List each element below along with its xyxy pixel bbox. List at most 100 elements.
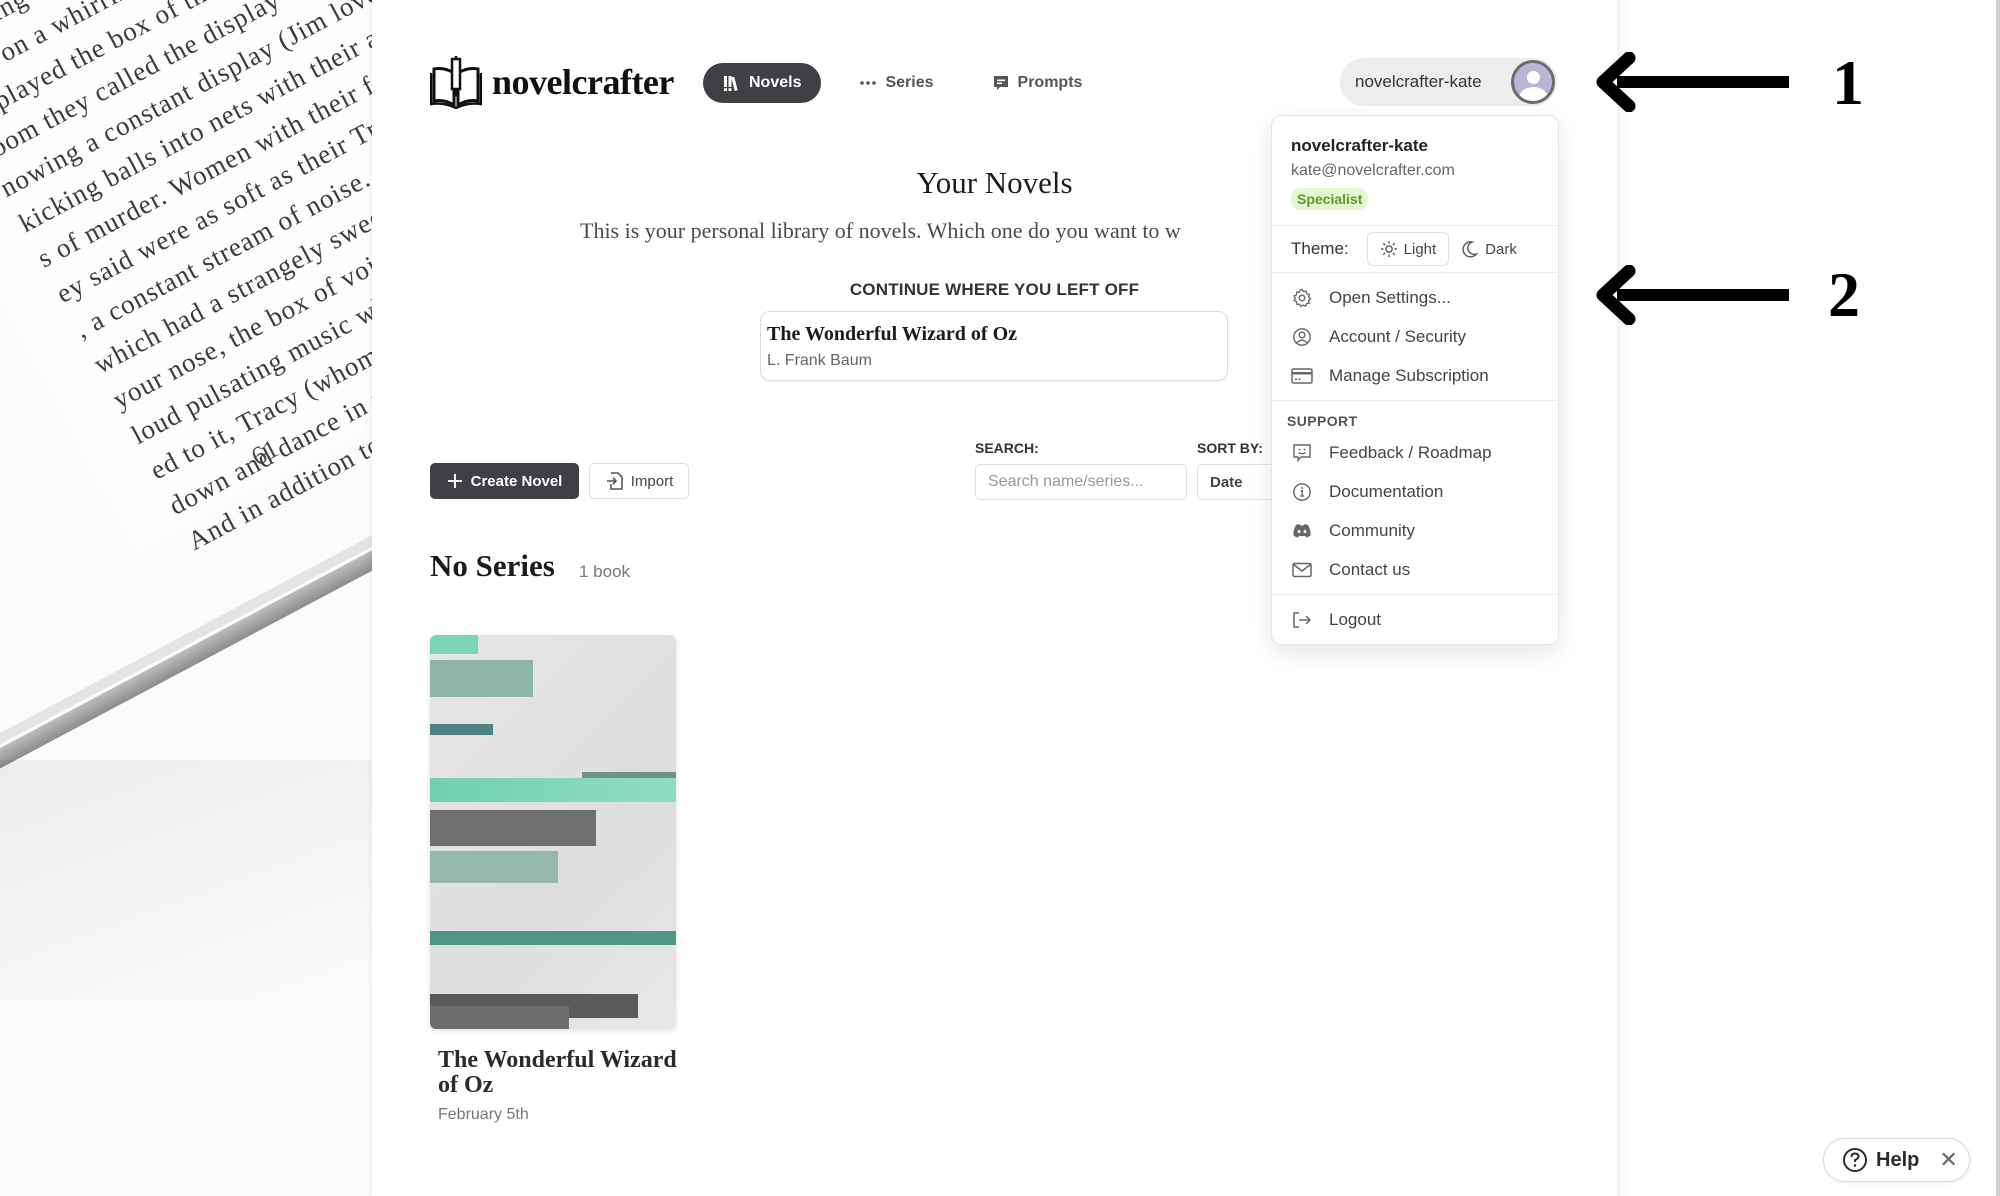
logo[interactable]: novelcrafter bbox=[430, 55, 674, 109]
user-menu-button[interactable]: novelcrafter-kate bbox=[1340, 58, 1557, 106]
info-icon bbox=[1291, 481, 1313, 503]
book-shadow bbox=[0, 760, 372, 1000]
create-novel-label: Create Novel bbox=[470, 472, 563, 490]
series-book-count: 1 book bbox=[579, 562, 631, 581]
annotation-arrow-1 bbox=[1596, 52, 1789, 112]
theme-light-label: Light bbox=[1403, 240, 1437, 258]
tab-novels-label: Novels bbox=[749, 74, 802, 91]
theme-light-button[interactable]: Light bbox=[1366, 232, 1450, 266]
plan-badge: Specialist bbox=[1291, 188, 1369, 210]
question-circle-icon bbox=[1843, 1148, 1867, 1172]
help-widget: Help ✕ bbox=[1823, 1138, 1970, 1182]
annotation-number-1: 1 bbox=[1832, 47, 1864, 118]
page-subtitle: This is your personal library of novels.… bbox=[580, 218, 1181, 243]
annotation-number-2: 2 bbox=[1828, 259, 1860, 330]
cover-bar bbox=[430, 851, 558, 883]
dots-icon bbox=[859, 74, 877, 92]
menu-item-logout[interactable]: Logout bbox=[1272, 600, 1558, 639]
sort-value: Date bbox=[1210, 473, 1243, 491]
dropdown-email: kate@novelcrafter.com bbox=[1291, 162, 1455, 179]
menu-item-manage-subscription[interactable]: Manage Subscription bbox=[1272, 356, 1558, 395]
theme-dark-button[interactable]: Dark bbox=[1449, 232, 1529, 266]
book-pen-logo-icon bbox=[430, 56, 482, 109]
menu-item-label: Manage Subscription bbox=[1329, 365, 1489, 385]
sort-label: SORT BY: bbox=[1197, 440, 1263, 456]
background-right bbox=[1617, 0, 2000, 1196]
avatar-body bbox=[1519, 87, 1548, 101]
menu-item-documentation[interactable]: Documentation bbox=[1272, 472, 1558, 511]
moon-icon bbox=[1462, 241, 1479, 258]
account-section: Open Settings... Account / Security Mana… bbox=[1272, 273, 1558, 401]
cover-bar bbox=[430, 724, 493, 735]
books-icon bbox=[723, 74, 741, 92]
cover-bar bbox=[430, 931, 676, 945]
tab-series[interactable]: Series bbox=[839, 63, 953, 103]
menu-item-contact-us[interactable]: Contact us bbox=[1272, 550, 1558, 589]
create-novel-button[interactable]: Create Novel bbox=[430, 463, 579, 499]
menu-item-label: Contact us bbox=[1329, 559, 1411, 579]
theme-selector: Theme: Light Dark bbox=[1272, 226, 1558, 273]
theme-dark-label: Dark bbox=[1485, 240, 1517, 258]
dropdown-user-info: novelcrafter-kate kate@novelcrafter.com … bbox=[1272, 116, 1558, 226]
search-label: SEARCH: bbox=[975, 440, 1039, 456]
user-circle-icon bbox=[1291, 326, 1313, 348]
cover-bar bbox=[430, 660, 533, 697]
menu-item-community[interactable]: Community bbox=[1272, 511, 1558, 550]
book-edge bbox=[0, 517, 372, 796]
help-close-icon[interactable]: ✕ bbox=[1939, 1147, 1957, 1173]
background-book-photo: e there wa . W ing eled there was not go… bbox=[0, 0, 372, 1196]
continue-book-author: L. Frank Baum bbox=[767, 352, 872, 369]
import-button[interactable]: Import bbox=[589, 463, 689, 499]
menu-item-label: Open Settings... bbox=[1329, 287, 1451, 307]
feedback-icon bbox=[1291, 442, 1313, 464]
menu-item-account-security[interactable]: Account / Security bbox=[1272, 317, 1558, 356]
cover-bar bbox=[430, 778, 676, 802]
menu-item-open-settings[interactable]: Open Settings... bbox=[1272, 278, 1558, 317]
menu-item-label: Community bbox=[1329, 520, 1415, 540]
book-date: February 5th bbox=[438, 1106, 529, 1123]
window-edge bbox=[1996, 0, 2000, 1196]
username: novelcrafter-kate bbox=[1355, 72, 1482, 91]
plus-icon bbox=[447, 474, 462, 488]
book-title[interactable]: The Wonderful Wizard of Oz bbox=[438, 1048, 678, 1098]
tab-prompts-label: Prompts bbox=[1017, 74, 1083, 91]
logo-text: novelcrafter bbox=[492, 62, 674, 102]
continue-book-title: The Wonderful Wizard of Oz bbox=[767, 323, 1018, 345]
annotation-arrow-2 bbox=[1596, 265, 1789, 325]
import-label: Import bbox=[630, 472, 674, 490]
mail-icon bbox=[1291, 559, 1313, 581]
credit-card-icon bbox=[1291, 365, 1313, 387]
menu-item-label: Account / Security bbox=[1329, 326, 1467, 346]
book-cover[interactable] bbox=[430, 635, 676, 1029]
menu-item-feedback-roadmap[interactable]: Feedback / Roadmap bbox=[1272, 433, 1558, 472]
menu-item-label: Logout bbox=[1329, 609, 1381, 629]
chat-icon bbox=[992, 74, 1010, 92]
menu-item-label: Feedback / Roadmap bbox=[1329, 442, 1492, 462]
continue-book-card[interactable]: The Wonderful Wizard of Oz L. Frank Baum bbox=[760, 311, 1228, 381]
support-heading: SUPPORT bbox=[1287, 413, 1358, 429]
user-dropdown-menu: novelcrafter-kate kate@novelcrafter.com … bbox=[1271, 115, 1559, 645]
menu-item-label: Documentation bbox=[1329, 481, 1444, 501]
theme-label: Theme: bbox=[1291, 239, 1349, 258]
tab-novels[interactable]: Novels bbox=[703, 63, 822, 103]
cover-bar bbox=[430, 635, 478, 654]
avatar-head bbox=[1527, 71, 1540, 84]
dropdown-username: novelcrafter-kate bbox=[1291, 136, 1429, 155]
tab-prompts[interactable]: Prompts bbox=[972, 63, 1103, 103]
panel-right-shadow bbox=[1615, 0, 1629, 1196]
cover-bar bbox=[430, 810, 596, 846]
search-input[interactable] bbox=[975, 464, 1187, 500]
book-page-text: e there wa . W ing eled there was not go… bbox=[0, 0, 372, 560]
sun-icon bbox=[1380, 241, 1397, 257]
tab-series-label: Series bbox=[885, 74, 934, 91]
avatar[interactable] bbox=[1511, 60, 1555, 104]
cover-bar bbox=[430, 1006, 569, 1029]
help-button[interactable]: Help bbox=[1876, 1149, 1919, 1172]
file-import-icon bbox=[606, 472, 623, 490]
logout-icon bbox=[1291, 609, 1313, 631]
logout-section: Logout bbox=[1272, 595, 1558, 644]
gear-icon bbox=[1291, 287, 1313, 309]
support-section: SUPPORT Feedback / Roadmap Documentation… bbox=[1272, 401, 1558, 595]
series-heading: No Series bbox=[430, 548, 555, 583]
main-nav: Novels Series Prompts bbox=[703, 63, 1102, 103]
